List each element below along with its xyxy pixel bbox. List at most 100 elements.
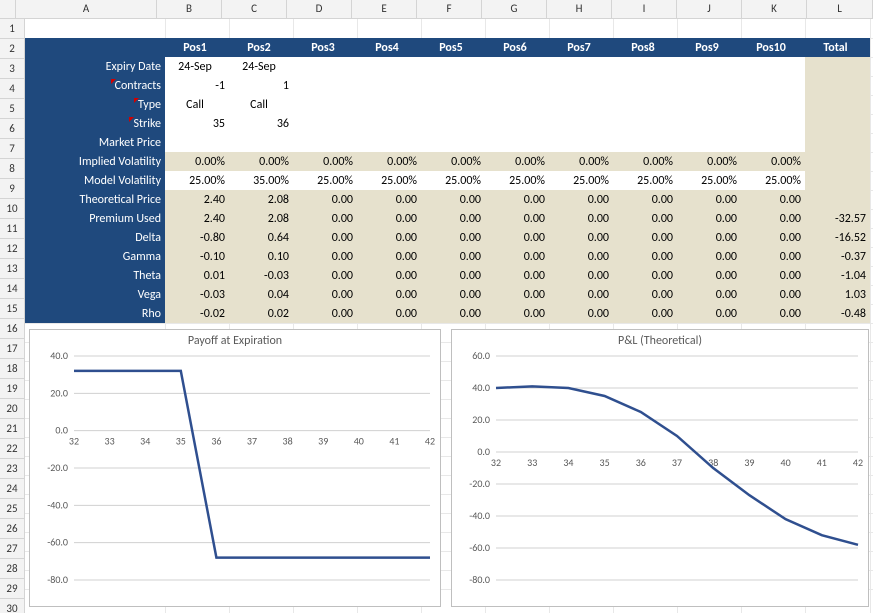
row-header-10[interactable]: 10 — [0, 199, 24, 219]
cell-delta-pos2[interactable]: 0.64 — [229, 228, 293, 247]
row-header-8[interactable]: 8 — [0, 159, 24, 179]
cell-gamma-pos6[interactable]: 0.00 — [485, 247, 549, 266]
cell-strike-pos7[interactable] — [549, 114, 613, 133]
cell-contracts-pos1[interactable]: -1 — [165, 76, 229, 95]
cell-theta-pos3[interactable]: 0.00 — [293, 266, 357, 285]
column-header-G[interactable]: G — [482, 0, 547, 18]
row-header-22[interactable]: 22 — [0, 439, 24, 459]
cell-strike-pos2[interactable]: 36 — [229, 114, 293, 133]
row-header-20[interactable]: 20 — [0, 399, 24, 419]
cell-delta-pos5[interactable]: 0.00 — [421, 228, 485, 247]
total-delta[interactable]: -16.52 — [805, 228, 870, 247]
row-header-1[interactable]: 1 — [0, 19, 24, 39]
row-header-4[interactable]: 4 — [0, 79, 24, 99]
cell-expiry-pos3[interactable] — [293, 57, 357, 76]
cell-contracts-pos4[interactable] — [357, 76, 421, 95]
cell-mvol-pos3[interactable]: 25.00% — [293, 171, 357, 190]
cell-strike-pos10[interactable] — [741, 114, 805, 133]
cell-tprice-pos3[interactable]: 0.00 — [293, 190, 357, 209]
cell-rho-pos7[interactable]: 0.00 — [549, 304, 613, 323]
cell-contracts-pos2[interactable]: 1 — [229, 76, 293, 95]
cell-rho-pos2[interactable]: 0.02 — [229, 304, 293, 323]
cell-contracts-pos8[interactable] — [613, 76, 677, 95]
cell-tprice-pos7[interactable]: 0.00 — [549, 190, 613, 209]
cell-tprice-pos9[interactable]: 0.00 — [677, 190, 741, 209]
row-header-24[interactable]: 24 — [0, 479, 24, 499]
row-header-18[interactable]: 18 — [0, 359, 24, 379]
cell-type-pos6[interactable] — [485, 95, 549, 114]
cell-expiry-pos6[interactable] — [485, 57, 549, 76]
cell-vega-pos8[interactable]: 0.00 — [613, 285, 677, 304]
row-header-30[interactable]: 30 — [0, 599, 24, 613]
chart-pnl[interactable]: P&L (Theoretical) -80.0-60.0-40.0-20.00.… — [451, 329, 869, 607]
cell-rho-pos1[interactable]: -0.02 — [165, 304, 229, 323]
cell-delta-pos3[interactable]: 0.00 — [293, 228, 357, 247]
row-header-25[interactable]: 25 — [0, 499, 24, 519]
cell-contracts-pos6[interactable] — [485, 76, 549, 95]
cell-theta-pos6[interactable]: 0.00 — [485, 266, 549, 285]
row-header-13[interactable]: 13 — [0, 259, 24, 279]
grid-area[interactable]: Pos1Pos2Pos3Pos4Pos5Pos6Pos7Pos8Pos9Pos1… — [25, 19, 873, 613]
cell-theta-pos2[interactable]: -0.03 — [229, 266, 293, 285]
cell-rho-pos10[interactable]: 0.00 — [741, 304, 805, 323]
cell-market-pos7[interactable] — [549, 133, 613, 152]
column-header-E[interactable]: E — [352, 0, 417, 18]
cell-premium-pos8[interactable]: 0.00 — [613, 209, 677, 228]
cell-expiry-pos5[interactable] — [421, 57, 485, 76]
cell-mvol-pos6[interactable]: 25.00% — [485, 171, 549, 190]
cell-tprice-pos4[interactable]: 0.00 — [357, 190, 421, 209]
cell-strike-pos1[interactable]: 35 — [165, 114, 229, 133]
cell-contracts-pos9[interactable] — [677, 76, 741, 95]
row-header-11[interactable]: 11 — [0, 219, 24, 239]
cell-premium-pos10[interactable]: 0.00 — [741, 209, 805, 228]
chart-payoff[interactable]: Payoff at Expiration -80.0-60.0-40.0-20.… — [29, 329, 441, 607]
cell-vega-pos5[interactable]: 0.00 — [421, 285, 485, 304]
cell-tprice-pos1[interactable]: 2.40 — [165, 190, 229, 209]
cell-type-pos1[interactable]: Call — [165, 95, 229, 114]
cell-contracts-pos10[interactable] — [741, 76, 805, 95]
row-header-9[interactable]: 9 — [0, 179, 24, 199]
column-header-K[interactable]: K — [742, 0, 807, 18]
cell-gamma-pos3[interactable]: 0.00 — [293, 247, 357, 266]
cell-type-pos8[interactable] — [613, 95, 677, 114]
cell-expiry-pos1[interactable]: 24-Sep — [165, 57, 229, 76]
cell-delta-pos4[interactable]: 0.00 — [357, 228, 421, 247]
cell-theta-pos7[interactable]: 0.00 — [549, 266, 613, 285]
cell-expiry-pos10[interactable] — [741, 57, 805, 76]
cell-market-pos4[interactable] — [357, 133, 421, 152]
cell-gamma-pos10[interactable]: 0.00 — [741, 247, 805, 266]
column-header-A[interactable]: A — [16, 0, 157, 18]
cell-gamma-pos2[interactable]: 0.10 — [229, 247, 293, 266]
cell-type-pos5[interactable] — [421, 95, 485, 114]
cell-strike-pos4[interactable] — [357, 114, 421, 133]
cell-ivol-pos4[interactable]: 0.00% — [357, 152, 421, 171]
cell-vega-pos3[interactable]: 0.00 — [293, 285, 357, 304]
cell-mvol-pos7[interactable]: 25.00% — [549, 171, 613, 190]
cell-premium-pos2[interactable]: 2.08 — [229, 209, 293, 228]
cell-ivol-pos7[interactable]: 0.00% — [549, 152, 613, 171]
cell-theta-pos4[interactable]: 0.00 — [357, 266, 421, 285]
cell-premium-pos3[interactable]: 0.00 — [293, 209, 357, 228]
cell-ivol-pos3[interactable]: 0.00% — [293, 152, 357, 171]
row-header-6[interactable]: 6 — [0, 119, 24, 139]
total-theta[interactable]: -1.04 — [805, 266, 870, 285]
row-header-3[interactable]: 3 — [0, 59, 24, 79]
cell-ivol-pos10[interactable]: 0.00% — [741, 152, 805, 171]
cell-premium-pos9[interactable]: 0.00 — [677, 209, 741, 228]
cell-mvol-pos9[interactable]: 25.00% — [677, 171, 741, 190]
cell-expiry-pos4[interactable] — [357, 57, 421, 76]
cell-tprice-pos6[interactable]: 0.00 — [485, 190, 549, 209]
row-header-21[interactable]: 21 — [0, 419, 24, 439]
cell-ivol-pos9[interactable]: 0.00% — [677, 152, 741, 171]
cell-strike-pos5[interactable] — [421, 114, 485, 133]
total-vega[interactable]: 1.03 — [805, 285, 870, 304]
cell-ivol-pos8[interactable]: 0.00% — [613, 152, 677, 171]
cell-mvol-pos8[interactable]: 25.00% — [613, 171, 677, 190]
cell-type-pos3[interactable] — [293, 95, 357, 114]
cell-vega-pos7[interactable]: 0.00 — [549, 285, 613, 304]
row-header-5[interactable]: 5 — [0, 99, 24, 119]
cell-market-pos6[interactable] — [485, 133, 549, 152]
cell-delta-pos7[interactable]: 0.00 — [549, 228, 613, 247]
cell-type-pos4[interactable] — [357, 95, 421, 114]
column-header-F[interactable]: F — [417, 0, 482, 18]
